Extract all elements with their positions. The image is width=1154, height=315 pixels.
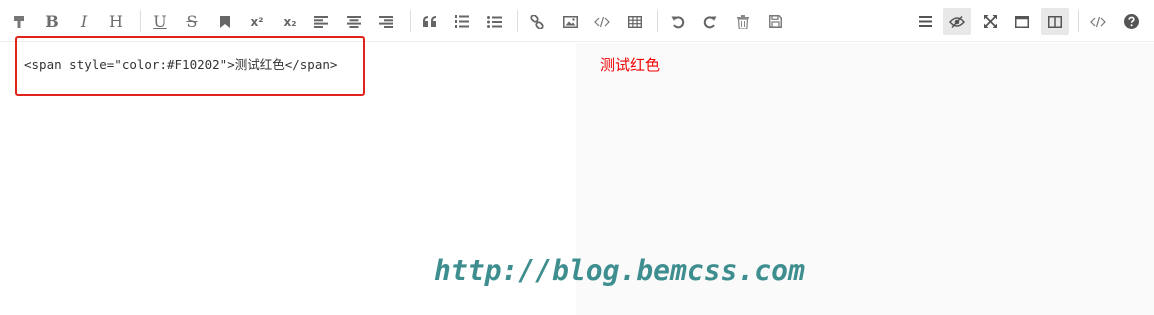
help-button[interactable] <box>1117 8 1145 35</box>
image-icon <box>562 15 578 28</box>
align-right-icon <box>379 15 393 28</box>
bold-button[interactable]: B <box>38 8 66 35</box>
italic-icon: I <box>80 11 88 31</box>
redo-icon <box>703 15 717 28</box>
toolbar-divider <box>1078 10 1079 32</box>
toolbar-divider <box>140 10 141 32</box>
toolbar-divider <box>517 10 518 32</box>
expand-icon <box>983 15 997 28</box>
italic-button[interactable]: I <box>70 8 98 35</box>
save-button[interactable] <box>761 8 789 35</box>
format-brush-icon[interactable] <box>5 8 33 35</box>
undo-button[interactable] <box>664 8 692 35</box>
code-button[interactable] <box>588 8 616 35</box>
window-button[interactable] <box>1008 8 1036 35</box>
align-center-button[interactable] <box>340 8 368 35</box>
unordered-list-icon <box>486 15 502 28</box>
split-view-button[interactable] <box>1041 8 1069 35</box>
ordered-list-icon <box>455 15 469 28</box>
align-left-icon <box>314 15 328 28</box>
code-icon <box>1090 16 1106 27</box>
image-button[interactable] <box>556 8 584 35</box>
superscript-icon: x² <box>250 14 264 29</box>
unordered-list-button[interactable] <box>480 8 508 35</box>
undo-icon <box>671 15 685 28</box>
subscript-button[interactable]: x₂ <box>276 8 304 35</box>
link-button[interactable] <box>523 8 551 35</box>
window-icon <box>1015 15 1029 28</box>
preview-toggle-button[interactable] <box>943 8 971 35</box>
bookmark-button[interactable] <box>211 8 239 35</box>
help-icon <box>1123 14 1139 29</box>
trash-icon <box>737 14 749 29</box>
underline-button[interactable]: U <box>146 8 174 35</box>
watermark-text: http://blog.bemcss.com <box>434 254 805 287</box>
subscript-icon: x₂ <box>283 14 297 29</box>
table-button[interactable] <box>621 8 649 35</box>
toolbar-divider <box>410 10 411 32</box>
bold-icon: B <box>45 11 59 31</box>
heading-button[interactable]: H <box>102 8 130 35</box>
source-code-button[interactable] <box>1084 8 1112 35</box>
table-icon <box>628 15 642 28</box>
strikethrough-button[interactable]: S <box>178 8 206 35</box>
preview-red-text: 测试红色 <box>600 56 661 74</box>
ordered-list-button[interactable] <box>448 8 476 35</box>
align-left-button[interactable] <box>307 8 335 35</box>
align-right-button[interactable] <box>372 8 400 35</box>
fullscreen-button[interactable] <box>976 8 1004 35</box>
blockquote-button[interactable] <box>416 8 444 35</box>
columns-icon <box>1048 15 1062 28</box>
eye-slash-icon <box>949 15 965 28</box>
underline-icon: U <box>153 11 167 31</box>
superscript-button[interactable]: x² <box>243 8 271 35</box>
code-icon <box>594 16 610 27</box>
editor-code-line[interactable]: <span style="color:#F10202">测试红色</span> <box>24 54 337 73</box>
clear-button[interactable] <box>729 8 757 35</box>
menu-button[interactable] <box>911 8 939 35</box>
strikethrough-icon: S <box>186 11 198 31</box>
align-center-icon <box>347 15 361 28</box>
quote-icon <box>423 16 436 27</box>
link-icon <box>530 14 544 29</box>
toolbar-divider <box>657 10 658 32</box>
save-icon <box>768 15 782 28</box>
heading-icon: H <box>109 11 123 31</box>
bookmark-icon <box>220 15 230 28</box>
redo-button[interactable] <box>696 8 724 35</box>
menu-icon <box>918 16 932 27</box>
